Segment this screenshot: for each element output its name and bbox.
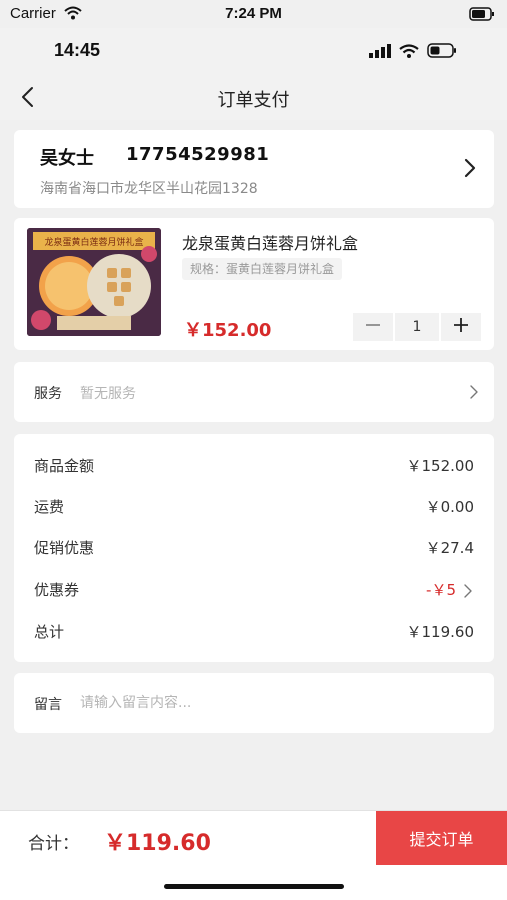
coupon-value: -￥5	[426, 581, 456, 599]
shipping-label: 运费	[34, 498, 65, 516]
footer-total-value: ￥119.60	[104, 831, 211, 856]
chevron-right-icon	[464, 158, 476, 182]
battery-icon	[427, 43, 457, 62]
signal-icon	[369, 43, 391, 62]
service-value: 暂无服务	[80, 386, 136, 402]
shipping-row: 运费 ￥0.00	[34, 496, 474, 520]
page-title: 订单支付	[217, 90, 290, 111]
quantity-value[interactable]: 1	[395, 313, 439, 341]
chevron-right-icon	[470, 384, 478, 403]
product-image: 龙泉蛋黄白莲蓉月饼礼盒	[27, 228, 161, 336]
decrease-button[interactable]	[353, 313, 393, 341]
recipient-name: 吴女士	[40, 148, 94, 169]
product-spec: 规格：蛋黄白莲蓉月饼礼盒	[182, 258, 343, 280]
minus-icon	[365, 317, 381, 337]
goods-amount-label: 商品金额	[34, 457, 95, 475]
recipient-phone: 17754529981	[126, 144, 270, 165]
price-summary: 商品金额 ￥152.00 运费 ￥0.00 促销优惠 ￥27.4 优惠券 -￥5…	[14, 434, 494, 662]
message-label: 留言	[34, 697, 62, 713]
promotion-row: 促销优惠 ￥27.4	[34, 537, 474, 561]
service-row[interactable]: 服务 暂无服务	[14, 362, 494, 422]
footer-total-label: 合计：	[28, 834, 79, 854]
product-card: 龙泉蛋黄白莲蓉月饼礼盒 龙泉蛋黄白莲蓉月饼礼盒 规格：蛋黄白莲蓉月饼礼盒 ￥15…	[14, 218, 494, 350]
goods-amount-value: ￥152.00	[406, 457, 475, 475]
service-label: 服务	[34, 386, 62, 402]
coupon-row[interactable]: 优惠券 -￥5	[34, 579, 474, 603]
app-status-bar: 14:45	[0, 28, 507, 74]
message-input[interactable]	[80, 687, 470, 719]
promotion-label: 促销优惠	[34, 539, 95, 557]
plus-icon	[453, 317, 469, 337]
chevron-right-icon	[464, 583, 472, 602]
total-value: ￥119.60	[406, 623, 475, 641]
device-status-bar: Carrier 7:24 PM	[0, 0, 507, 28]
total-label: 总计	[34, 623, 65, 641]
address-card[interactable]: 吴女士 17754529981 海南省海口市龙华区半山花园1328	[14, 130, 494, 208]
navigation-bar: 订单支付	[0, 74, 507, 120]
device-clock: 7:24 PM	[225, 5, 282, 22]
product-image-caption: 龙泉蛋黄白莲蓉月饼礼盒	[44, 236, 143, 248]
increase-button[interactable]	[441, 313, 481, 341]
product-price: ￥152.00	[184, 320, 272, 341]
submit-order-button[interactable]: 提交订单	[376, 811, 507, 865]
goods-amount-row: 商品金额 ￥152.00	[34, 455, 474, 479]
coupon-label: 优惠券	[34, 581, 80, 599]
message-row: 留言	[14, 673, 494, 733]
product-name: 龙泉蛋黄白莲蓉月饼礼盒	[182, 234, 359, 253]
battery-icon	[469, 7, 495, 26]
quantity-stepper: 1	[353, 313, 481, 341]
home-indicator[interactable]	[164, 884, 344, 889]
total-row: 总计 ￥119.60	[34, 621, 474, 645]
recipient-address: 海南省海口市龙华区半山花园1328	[40, 181, 258, 197]
wifi-icon	[399, 43, 419, 62]
promotion-value: ￥27.4	[425, 539, 474, 557]
app-clock: 14:45	[54, 40, 101, 60]
shipping-value: ￥0.00	[425, 498, 474, 516]
